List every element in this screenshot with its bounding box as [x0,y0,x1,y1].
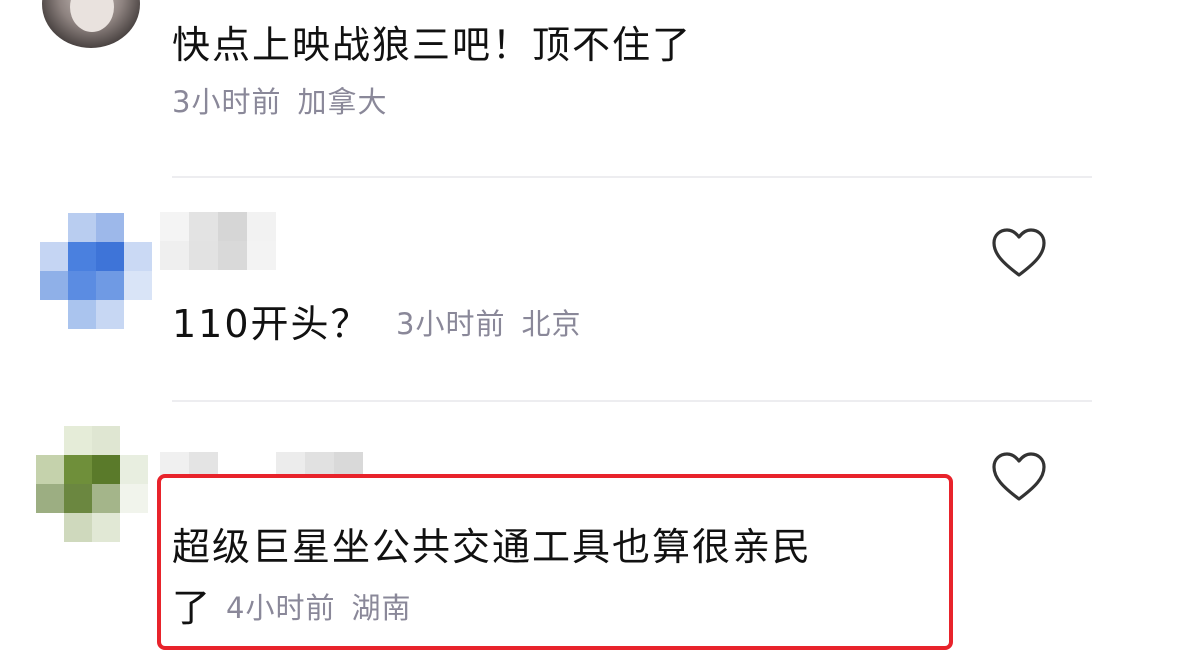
comment-time: 3小时前 [396,307,506,341]
avatar[interactable] [42,0,140,48]
comment-location: 湖南 [351,591,412,625]
comment-meta: 4小时前 湖南 [226,594,411,623]
comment-list: 快点上映战狼三吧！顶不住了 3小时前 加拿大 110开头？ 3小时前 北京 超级… [0,0,1188,658]
comment-text: 超级巨星坐公共交通工具也算很亲民 [172,525,813,569]
comment-meta: 3小时前 加拿大 [172,88,387,117]
comment-time: 3小时前 [172,85,282,119]
comment-location: 加拿大 [297,85,388,119]
comment-location: 北京 [521,307,582,341]
username-blurred [160,452,363,476]
avatar[interactable] [40,213,152,329]
comment-text: 快点上映战狼三吧！顶不住了 [172,23,693,67]
heart-outline-icon[interactable] [991,451,1047,503]
comment-text: 110开头？ [172,302,371,346]
heart-outline-icon[interactable] [991,227,1047,279]
divider [172,176,1092,178]
comment-time: 4小时前 [226,591,336,625]
avatar[interactable] [36,426,148,542]
comment-text-continued: 了 [172,586,213,630]
username-blurred [160,212,276,270]
divider [172,400,1092,402]
comment-meta: 3小时前 北京 [396,310,581,339]
